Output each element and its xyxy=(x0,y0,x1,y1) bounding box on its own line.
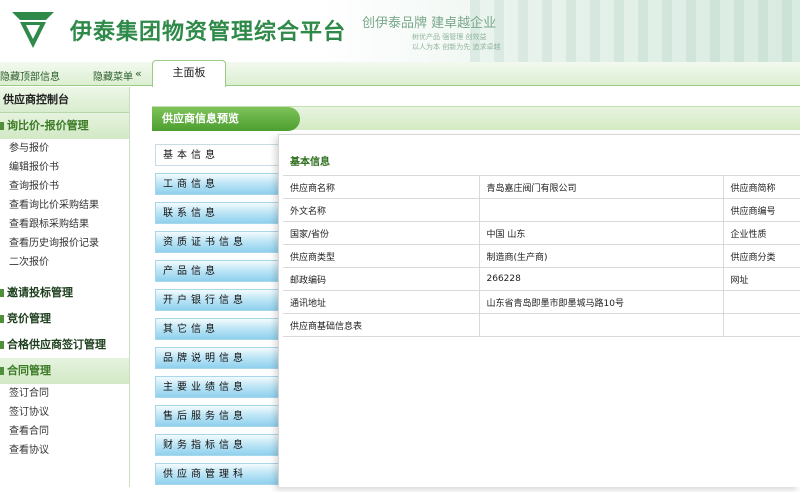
sidebar-item-sign-agreement[interactable]: 签订协议 xyxy=(0,403,129,422)
tab-contact-info[interactable]: 联系信息 xyxy=(155,202,281,224)
panel-title: 基本信息 xyxy=(290,157,330,168)
sidebar-group-contract[interactable]: 合同管理 xyxy=(0,358,129,384)
preview-header-bar: 供应商信息预览 xyxy=(152,106,800,131)
field-label: 供应商基础信息表 xyxy=(283,313,479,337)
field-value: 中国 山东 xyxy=(478,221,723,245)
header-slogan-sub-line2: 以人为本 创新为先 追求卓越 xyxy=(412,43,501,51)
tab-certificate-info[interactable]: 资质证书信息 xyxy=(155,231,281,253)
sidebar-group-label: 邀请投标管理 xyxy=(7,286,73,299)
info-tab-list: 基本信息 工商信息 联系信息 资质证书信息 产品信息 开户银行信息 其它信息 品… xyxy=(155,144,281,492)
table-row: 外文名称 供应商编号 xyxy=(283,198,800,222)
hide-menu-link[interactable]: 隐藏菜单 xyxy=(93,68,133,83)
sidebar-item-participate-quote[interactable]: 参与报价 xyxy=(0,139,129,158)
field-value: 266228 xyxy=(478,267,723,291)
field-label xyxy=(722,290,800,314)
group-bullet-icon xyxy=(0,315,4,323)
tab-after-sales-info[interactable]: 售后服务信息 xyxy=(155,405,281,427)
company-logo-icon xyxy=(12,12,54,48)
tab-supplier-management[interactable]: 供应商管理科 xyxy=(155,463,281,485)
sidebar-item-second-quote[interactable]: 二次报价 xyxy=(0,253,129,272)
field-label: 供应商名称 xyxy=(283,175,479,199)
tab-other-info[interactable]: 其它信息 xyxy=(155,318,281,340)
basic-info-table: 供应商名称 青岛嘉庄阀门有限公司 供应商简称 外文名称 供应商编号 国家/省份 … xyxy=(283,175,800,337)
sidebar-item-history-quotes[interactable]: 查看历史询报价记录 xyxy=(0,234,129,253)
sidebar-item-follow-results[interactable]: 查看跟标采购结果 xyxy=(0,215,129,234)
field-label: 供应商类型 xyxy=(283,244,479,268)
sidebar: 供应商控制台 询比价-报价管理 参与报价 编辑报价书 查询报价书 查看询比价采购… xyxy=(0,87,130,487)
app-title: 伊泰集团物资管理综合平台 xyxy=(70,20,347,45)
sidebar-group-auction[interactable]: 竞价管理 xyxy=(0,306,129,332)
field-label: 供应商编号 xyxy=(722,198,800,222)
sidebar-item-view-contract[interactable]: 查看合同 xyxy=(0,422,129,441)
table-row: 供应商基础信息表 xyxy=(283,313,800,337)
sidebar-group-label: 合同管理 xyxy=(7,364,51,377)
tab-business-info[interactable]: 工商信息 xyxy=(155,173,281,195)
field-value: 制造商(生产商) xyxy=(478,244,723,268)
field-label: 外文名称 xyxy=(283,198,479,222)
table-row: 供应商名称 青岛嘉庄阀门有限公司 供应商简称 xyxy=(283,175,800,199)
tab-performance-info[interactable]: 主要业绩信息 xyxy=(155,376,281,398)
table-row: 通讯地址 山东省青岛即墨市即墨城马路10号 xyxy=(283,290,800,314)
group-bullet-icon xyxy=(0,341,4,349)
field-value: 山东省青岛即墨市即墨城马路10号 xyxy=(478,290,723,314)
field-value xyxy=(478,313,723,337)
field-label: 供应商简称 xyxy=(722,175,800,199)
sidebar-item-inquiry-results[interactable]: 查看询比价采购结果 xyxy=(0,196,129,215)
sidebar-group-quote-management[interactable]: 询比价-报价管理 xyxy=(0,113,129,139)
field-label: 企业性质 xyxy=(722,221,800,245)
hide-top-info-link[interactable]: 隐藏顶部信息 xyxy=(0,68,60,83)
table-row: 供应商类型 制造商(生产商) 供应商分类 xyxy=(283,244,800,268)
field-label: 供应商分类 xyxy=(722,244,800,268)
header-skyline-decoration xyxy=(470,0,800,62)
double-chevron-left-icon[interactable]: « xyxy=(135,67,142,80)
sidebar-item-edit-quote[interactable]: 编辑报价书 xyxy=(0,158,129,177)
tab-main-panel[interactable]: 主面板 xyxy=(152,60,226,87)
tab-basic-info[interactable]: 基本信息 xyxy=(155,144,281,166)
field-label xyxy=(722,313,800,337)
preview-title: 供应商信息预览 xyxy=(152,107,300,131)
field-label: 通讯地址 xyxy=(283,290,479,314)
tab-product-info[interactable]: 产品信息 xyxy=(155,260,281,282)
header-slogan-sub-line1: 树优产品 强管理 创效益 xyxy=(412,33,487,41)
sidebar-group-label: 询比价-报价管理 xyxy=(7,119,89,132)
group-bullet-icon xyxy=(0,289,4,297)
sidebar-group-qualified-supplier[interactable]: 合格供应商签订管理 xyxy=(0,332,129,358)
tab-bank-info[interactable]: 开户银行信息 xyxy=(155,289,281,311)
sidebar-group-bid-invitation[interactable]: 邀请投标管理 xyxy=(0,280,129,306)
top-navbar: 隐藏顶部信息 隐藏菜单 « xyxy=(0,62,800,86)
main-content: 供应商信息预览 基本信息 工商信息 联系信息 资质证书信息 产品信息 开户银行信… xyxy=(131,87,800,487)
basic-info-panel: 基本信息 供应商名称 青岛嘉庄阀门有限公司 供应商简称 外文名称 供应商编号 国… xyxy=(278,134,800,487)
field-label: 国家/省份 xyxy=(283,221,479,245)
table-row: 邮政编码 266228 网址 xyxy=(283,267,800,291)
field-label: 网址 xyxy=(722,267,800,291)
sidebar-group-label: 合格供应商签订管理 xyxy=(7,338,106,351)
group-bullet-icon xyxy=(0,367,4,375)
field-value: 青岛嘉庄阀门有限公司 xyxy=(478,175,723,199)
tab-brand-info[interactable]: 品牌说明信息 xyxy=(155,347,281,369)
group-bullet-icon xyxy=(0,122,4,130)
app-header: 伊泰集团物资管理综合平台 创伊泰品牌 建卓越企业 树优产品 强管理 创效益 以人… xyxy=(0,0,800,62)
table-row: 国家/省份 中国 山东 企业性质 xyxy=(283,221,800,245)
header-slogan-sub: 树优产品 强管理 创效益 以人为本 创新为先 追求卓越 xyxy=(412,32,500,52)
sidebar-item-sign-contract[interactable]: 签订合同 xyxy=(0,384,129,403)
sidebar-group-label: 竞价管理 xyxy=(7,312,51,325)
sidebar-item-query-quote[interactable]: 查询报价书 xyxy=(0,177,129,196)
sidebar-title: 供应商控制台 xyxy=(0,87,129,113)
tab-financial-info[interactable]: 财务指标信息 xyxy=(155,434,281,456)
header-slogan: 创伊泰品牌 建卓越企业 xyxy=(362,16,497,31)
field-label: 邮政编码 xyxy=(283,267,479,291)
sidebar-item-view-agreement[interactable]: 查看协议 xyxy=(0,441,129,460)
field-value xyxy=(478,198,723,222)
